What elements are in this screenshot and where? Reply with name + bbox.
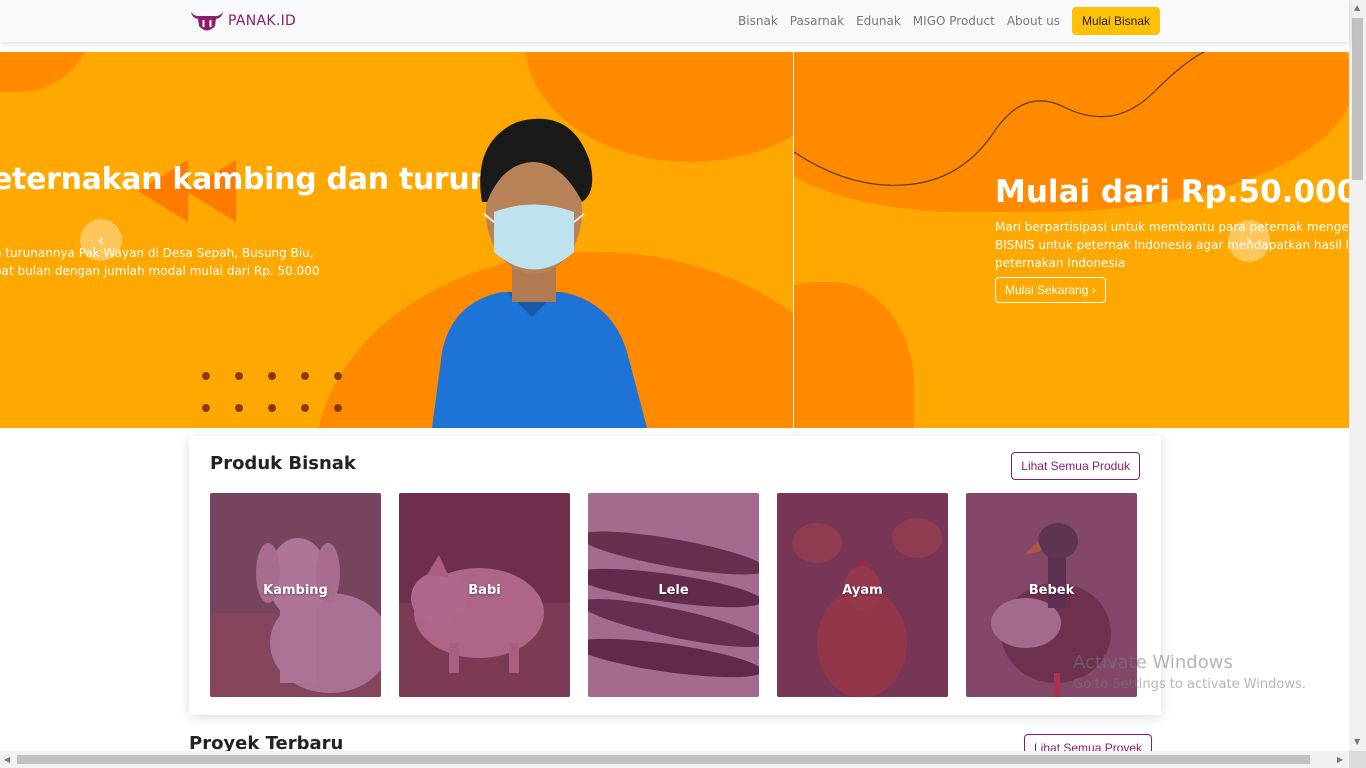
hero-slide-2-line-3: peternakan Indonesia xyxy=(995,256,1126,270)
brand-link[interactable]: PANAK.ID xyxy=(189,8,296,34)
dot xyxy=(301,404,309,412)
activate-windows-title: Activate Windows xyxy=(1073,652,1233,673)
chevron-right-icon: › xyxy=(1245,230,1253,252)
product-label-lele: Lele xyxy=(658,583,689,598)
dots-decor xyxy=(202,372,342,412)
produk-section-title: Produk Bisnak xyxy=(210,453,356,474)
hero-slide-2-line-2: BISNIS untuk peternak Indonesia agar men… xyxy=(995,238,1349,252)
nav-link-migo-product[interactable]: MIGO Product xyxy=(913,14,995,28)
chevron-left-icon: ‹ xyxy=(97,229,105,251)
hero-carousel: eternakan kambing dan turunannya n turun… xyxy=(0,52,1349,428)
dot xyxy=(268,372,276,380)
hero-slide-1-line-2: pat bulan dengan jumlah modal mulai dari… xyxy=(0,264,320,278)
nav-link-about-us[interactable]: About us xyxy=(1007,14,1060,28)
dot xyxy=(235,372,243,380)
product-label-kambing: Kambing xyxy=(263,583,328,598)
hero-slide-1: eternakan kambing dan turunannya n turun… xyxy=(0,52,793,428)
product-tile-kambing[interactable]: Kambing xyxy=(210,493,381,697)
scroll-right-arrow-icon[interactable]: ▶ xyxy=(1337,755,1343,764)
produk-bisnak-card: Produk Bisnak Lihat Semua Produk Kambing xyxy=(189,436,1161,715)
page: PANAK.ID Bisnak Pasarnak Edunak MIGO Pro… xyxy=(0,0,1366,768)
dot xyxy=(235,404,243,412)
hero-slide-1-text: n turunannya Pak Wayan di Desa Sepah, Bu… xyxy=(0,244,319,280)
scroll-down-arrow-icon[interactable]: ▼ xyxy=(1354,737,1360,746)
product-tile-babi[interactable]: Babi xyxy=(399,493,570,697)
vertical-scroll-thumb[interactable] xyxy=(1352,18,1363,180)
product-grid: Kambing Babi Lele Ayam Bebek xyxy=(210,493,1137,697)
product-label-babi: Babi xyxy=(468,583,501,598)
product-tile-lele[interactable]: Lele xyxy=(588,493,759,697)
product-tile-ayam[interactable]: Ayam xyxy=(777,493,948,697)
dot xyxy=(334,404,342,412)
scroll-left-arrow-icon[interactable]: ◀ xyxy=(4,755,10,764)
horizontal-scrollbar[interactable]: ◀ ▶ xyxy=(0,751,1349,768)
nav-link-edunak[interactable]: Edunak xyxy=(856,14,901,28)
mulai-sekarang-button[interactable]: Mulai Sekarang › xyxy=(995,277,1106,303)
product-label-ayam: Ayam xyxy=(842,583,883,598)
decor-blob xyxy=(0,52,100,92)
product-label-bebek: Bebek xyxy=(1028,583,1075,598)
dot xyxy=(334,372,342,380)
hero-slide-2-text: Mari berpartisipasi untuk membantu para … xyxy=(995,218,1349,272)
horizontal-scroll-thumb[interactable] xyxy=(17,755,1310,764)
dot xyxy=(202,404,210,412)
hero-slide-2-title: Mulai dari Rp.50.000 xyxy=(995,174,1349,210)
carousel-prev-button[interactable]: ‹ xyxy=(80,219,122,261)
activate-windows-subtitle: Go to Settings to activate Windows. xyxy=(1073,677,1306,692)
scroll-up-arrow-icon[interactable]: ▲ xyxy=(1354,3,1360,12)
navbar: PANAK.ID Bisnak Pasarnak Edunak MIGO Pro… xyxy=(0,0,1349,42)
nav-link-bisnak[interactable]: Bisnak xyxy=(738,14,778,28)
vertical-scrollbar[interactable]: ▲ ▼ xyxy=(1349,0,1366,751)
cow-logo-icon xyxy=(191,12,223,31)
dot xyxy=(268,404,276,412)
hero-slide-2-line-1: Mari berpartisipasi untuk membantu para … xyxy=(995,220,1349,234)
nav-links: Bisnak Pasarnak Edunak MIGO Product Abou… xyxy=(726,6,1160,36)
mulai-bisnak-button[interactable]: Mulai Bisnak xyxy=(1071,7,1160,35)
farmer-photo xyxy=(432,118,647,428)
hero-slide-1-line-1: n turunannya Pak Wayan di Desa Sepah, Bu… xyxy=(0,246,314,260)
decor-blob xyxy=(794,282,914,428)
brand-name: PANAK.ID xyxy=(228,13,297,29)
scrollbar-corner xyxy=(1349,751,1366,768)
nav-link-pasarnak[interactable]: Pasarnak xyxy=(790,14,844,28)
dot xyxy=(202,372,210,380)
dot xyxy=(301,372,309,380)
lihat-semua-produk-button[interactable]: Lihat Semua Produk xyxy=(1011,452,1140,480)
carousel-next-button[interactable]: › xyxy=(1228,220,1270,262)
